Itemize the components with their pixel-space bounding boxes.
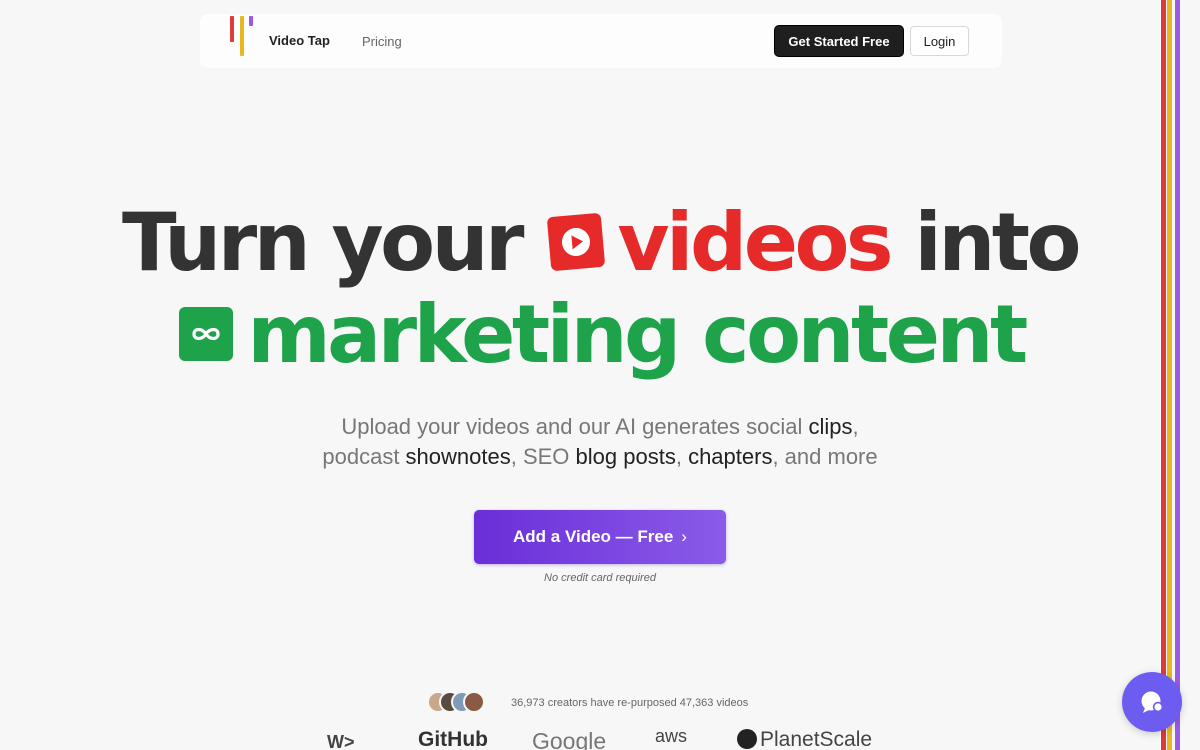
hero-text-videos: videos — [617, 196, 893, 289]
get-started-button[interactable]: Get Started Free — [775, 26, 903, 56]
add-video-label: Add a Video — Free — [513, 527, 674, 546]
subheadline-line-1: Upload your videos and our AI generates … — [0, 412, 1200, 442]
logo-wm: W> — [327, 732, 355, 750]
planetscale-icon — [737, 729, 757, 749]
brand-name[interactable]: Video Tap — [269, 33, 330, 48]
play-icon — [547, 212, 606, 272]
logo-planetscale: PlanetScale — [737, 728, 872, 750]
subheadline-highlight-blog-posts: blog posts — [575, 444, 676, 469]
add-video-button[interactable]: Add a Video — Free › — [474, 510, 726, 564]
chat-button[interactable] — [1122, 672, 1182, 732]
hero-text-into: into — [914, 196, 1081, 289]
logo-google: Google — [532, 728, 607, 750]
no-credit-card-note: No credit card required — [544, 572, 656, 584]
subheadline-text: , and more — [772, 444, 878, 469]
chevron-right-icon: › — [681, 527, 687, 546]
customer-logos: W> GitHub Google aws PlanetScale — [300, 726, 900, 750]
subheadline-highlight-clips: clips — [808, 414, 853, 439]
logo-icon[interactable] — [230, 16, 256, 56]
subheadline-text: , SEO — [510, 444, 576, 469]
subheadline-text: Upload your videos and our AI generates … — [341, 414, 809, 439]
nav-link-pricing[interactable]: Pricing — [362, 34, 402, 49]
infinity-icon — [179, 307, 234, 362]
login-button[interactable]: Login — [910, 26, 969, 56]
subheadline-line-2: podcast shownotes, SEO blog posts, chapt… — [0, 442, 1200, 472]
subheadline-text: podcast — [322, 444, 406, 469]
subheadline-text: , — [675, 444, 689, 469]
hero-text-turn-your: Turn your — [122, 196, 525, 289]
logo-github: GitHub — [418, 728, 488, 750]
hero-text-marketing-content: marketing content — [247, 288, 1028, 381]
subheadline-highlight-chapters: chapters — [688, 444, 773, 469]
chat-icon — [1141, 691, 1164, 713]
subheadline-text: , — [852, 414, 859, 439]
hero-heading-line-1: Turn your videos into — [0, 198, 1200, 288]
subheadline-highlight-shownotes: shownotes — [405, 444, 511, 469]
social-proof-text: 36,973 creators have re-purposed 47,363 … — [511, 697, 749, 709]
creator-avatars — [427, 691, 499, 715]
hero-heading-line-2: marketing content — [0, 290, 1200, 380]
avatar — [463, 691, 485, 713]
logo-aws: aws — [655, 726, 688, 746]
planetscale-label: PlanetScale — [760, 728, 873, 750]
top-nav: Video Tap Pricing Get Started Free Login — [200, 14, 1002, 68]
